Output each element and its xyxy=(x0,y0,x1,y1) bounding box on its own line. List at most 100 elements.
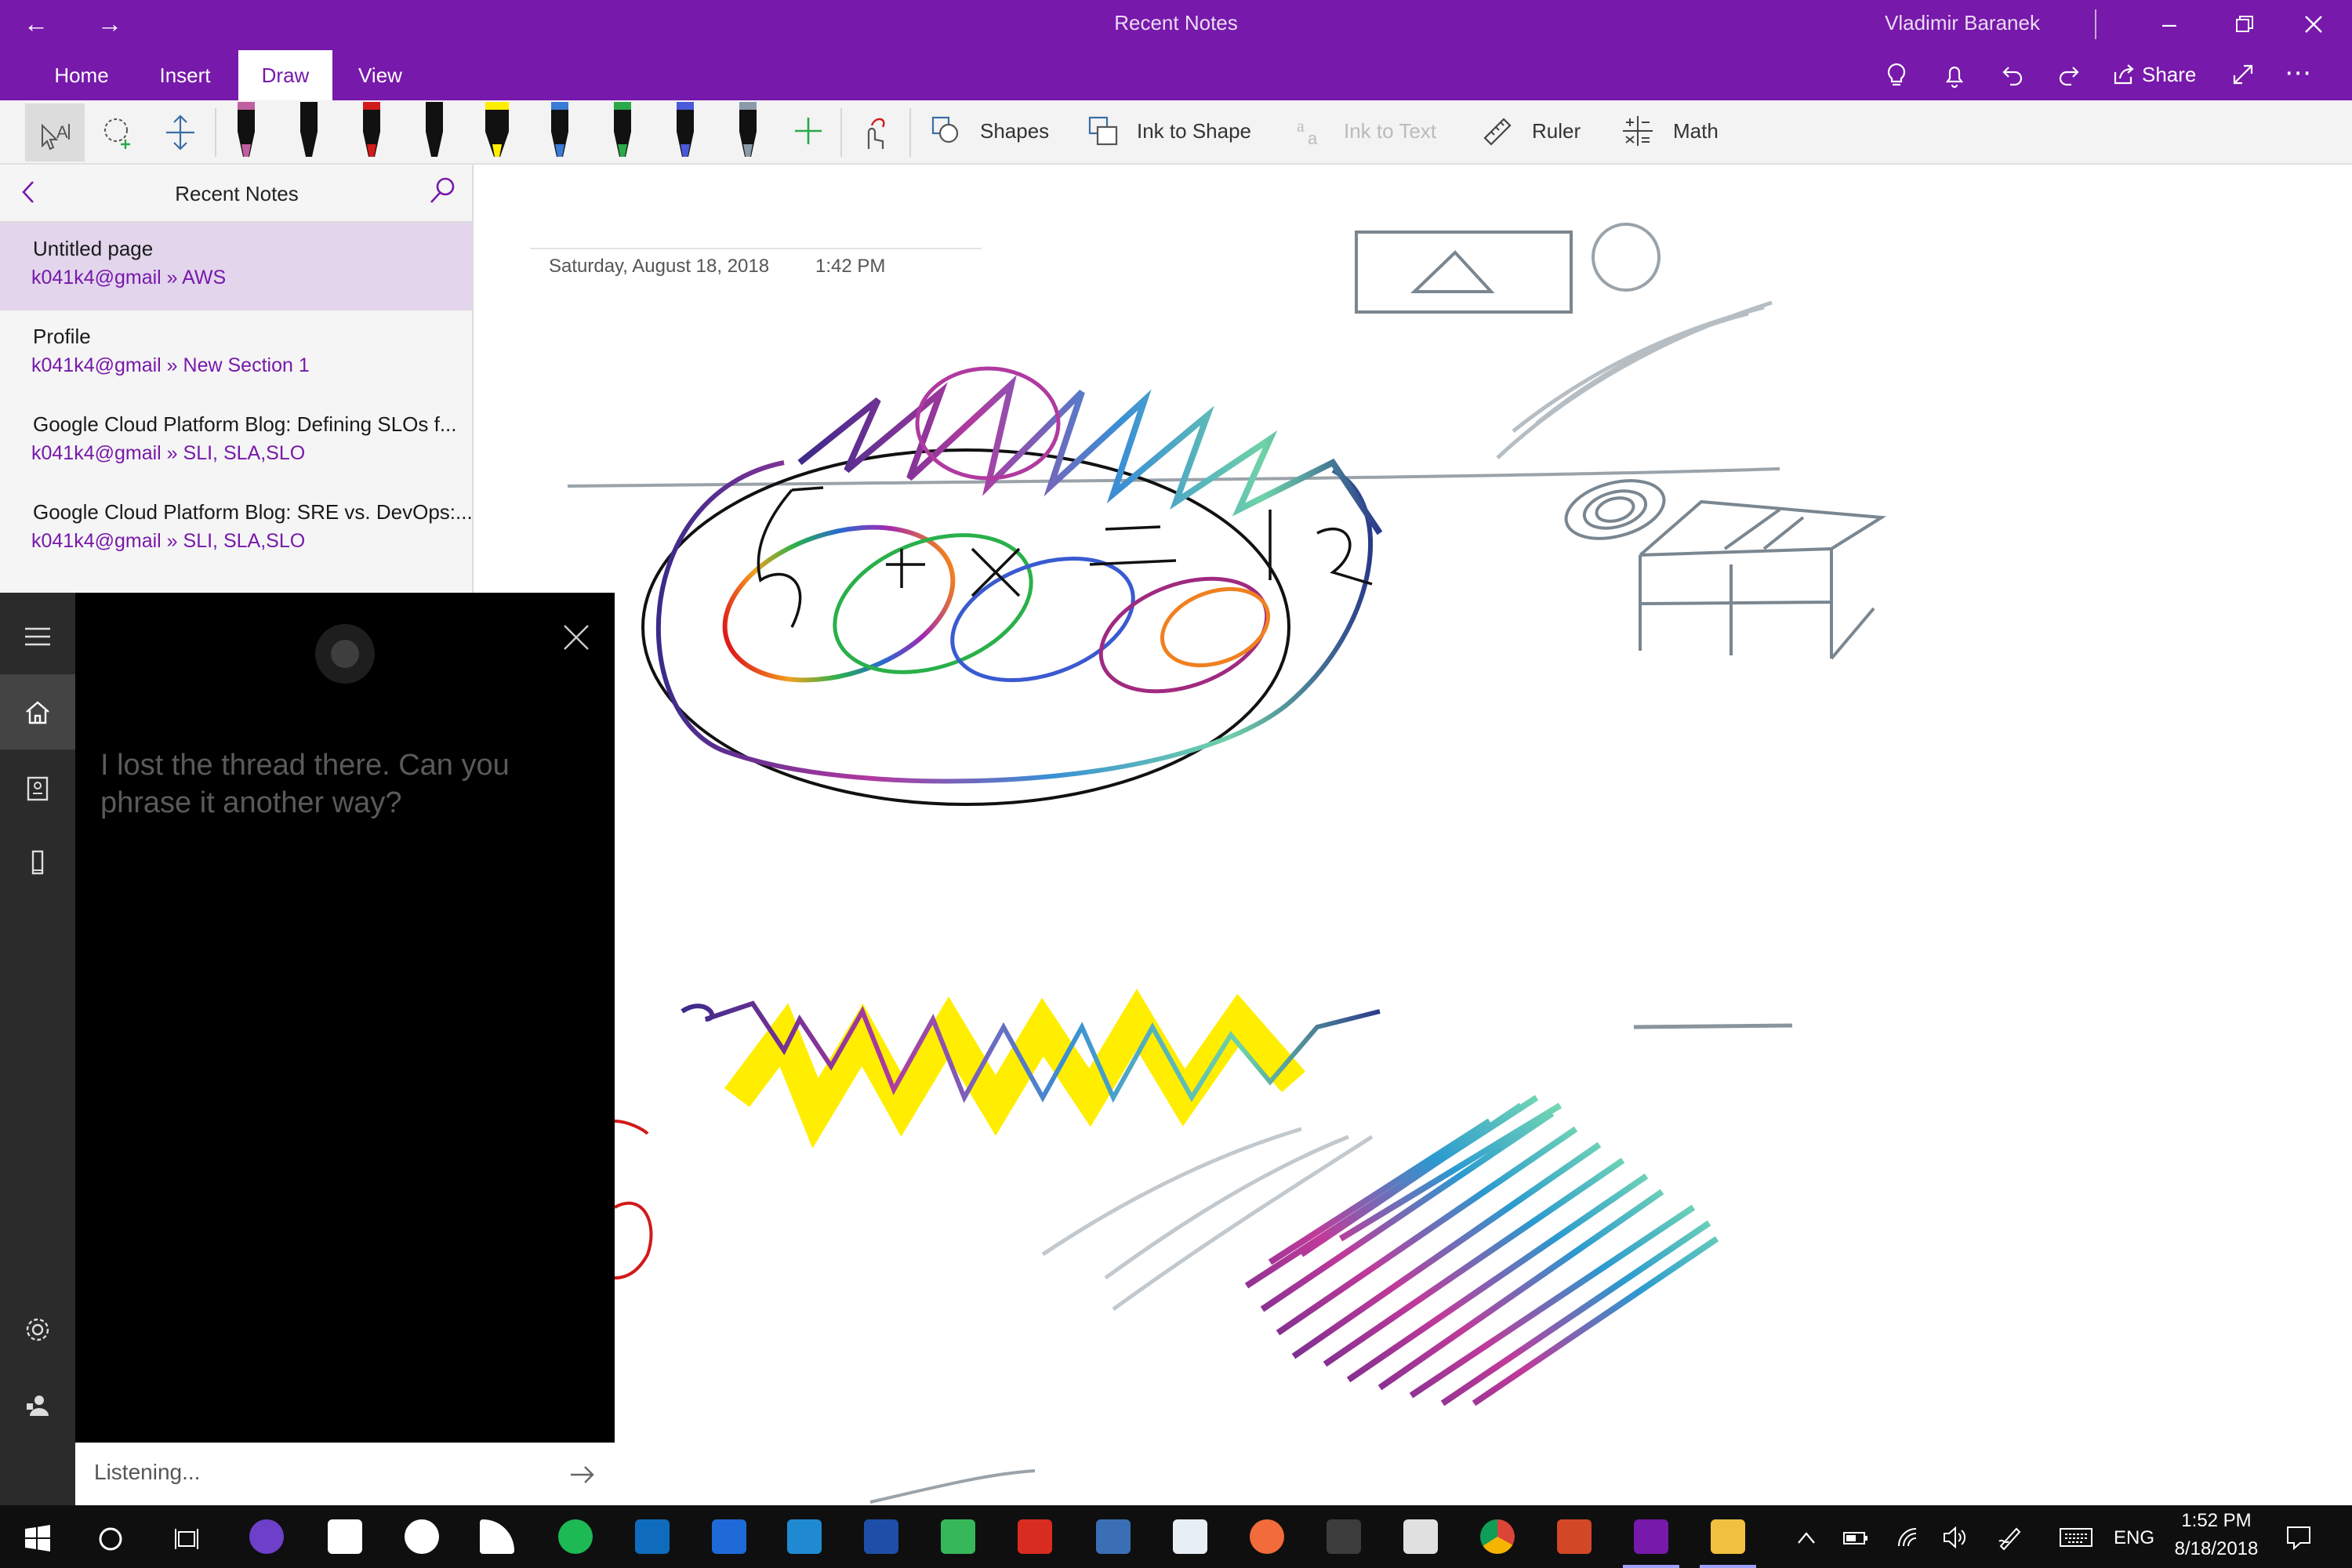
send-arrow-icon[interactable] xyxy=(568,1461,596,1488)
device-manager-icon[interactable] xyxy=(1403,1519,1438,1554)
active-app-indicator xyxy=(1623,1565,1679,1568)
ink-ellipse xyxy=(1564,479,1666,540)
touch-drawing-icon[interactable] xyxy=(856,113,892,152)
pen-red[interactable] xyxy=(363,102,380,157)
cortana-search-icon[interactable] xyxy=(97,1526,124,1552)
tab-insert[interactable]: Insert xyxy=(143,50,227,100)
remote-desktop-icon[interactable] xyxy=(941,1519,975,1554)
redis-icon[interactable] xyxy=(1018,1519,1052,1554)
note-item[interactable]: Google Cloud Platform Blog: Defining SLO… xyxy=(0,398,472,486)
snipping-tool-icon[interactable] xyxy=(1327,1519,1361,1554)
redo-icon[interactable] xyxy=(2057,63,2081,91)
volume-icon[interactable] xyxy=(1941,1526,1969,1549)
pen-black-1[interactable] xyxy=(300,102,318,157)
calculator-app-icon[interactable] xyxy=(712,1519,746,1554)
tab-draw[interactable]: Draw xyxy=(238,50,332,100)
ink-to-shape-icon[interactable] xyxy=(1087,114,1120,147)
hamburger-menu-icon[interactable] xyxy=(0,599,75,674)
ruler-button[interactable]: Ruler xyxy=(1532,119,1581,143)
feedback-icon[interactable] xyxy=(0,1367,75,1443)
ink-to-text-icon: aa xyxy=(1294,114,1327,148)
note-path: k041k4@gmail » New Section 1 xyxy=(31,354,310,376)
cortana-ring-icon xyxy=(314,622,376,685)
settings-icon[interactable] xyxy=(0,1292,75,1367)
toolbar-separator xyxy=(909,108,911,157)
more-options-icon[interactable]: ⋯ xyxy=(2285,60,2313,86)
pen-galaxy[interactable] xyxy=(551,102,568,157)
powershell-icon[interactable] xyxy=(864,1519,898,1554)
notebook-icon[interactable] xyxy=(0,750,75,825)
svg-text:A: A xyxy=(56,122,68,142)
github-desktop-icon[interactable] xyxy=(249,1519,284,1554)
lasso-type-select-icon[interactable]: A xyxy=(25,103,85,162)
spotify-icon[interactable] xyxy=(558,1519,593,1554)
ink-canvas[interactable] xyxy=(474,165,2352,1505)
touch-keyboard-icon[interactable] xyxy=(2059,1526,2093,1549)
pen-pink[interactable] xyxy=(238,102,255,157)
pen-rainbow[interactable] xyxy=(614,102,631,157)
toolbar-separator xyxy=(840,108,842,157)
fullscreen-icon[interactable] xyxy=(2231,63,2255,91)
listening-status: Listening... xyxy=(94,1460,201,1484)
minimize-icon[interactable]: – xyxy=(2162,11,2176,36)
clock-date[interactable]: 8/18/2018 xyxy=(2161,1538,2272,1560)
lightbulb-icon[interactable] xyxy=(1885,63,1908,93)
title-bar: ← → Recent Notes Vladimir Baranek – xyxy=(0,0,2352,50)
note-path: k041k4@gmail » SLI, SLA,SLO xyxy=(31,530,306,552)
file-explorer-icon[interactable] xyxy=(1711,1519,1745,1554)
network-tool-icon[interactable] xyxy=(1096,1519,1131,1554)
math-button[interactable]: Math xyxy=(1673,119,1719,143)
close-window-icon[interactable] xyxy=(2305,16,2322,33)
tab-home[interactable]: Home xyxy=(39,50,124,100)
insert-space-icon[interactable] xyxy=(163,113,198,152)
close-icon[interactable] xyxy=(561,622,591,652)
store-icon[interactable] xyxy=(328,1519,362,1554)
input-language[interactable]: ENG xyxy=(2109,1527,2159,1549)
undo-icon[interactable] xyxy=(2001,63,2024,91)
ink-ellipse xyxy=(833,533,1033,674)
math-icon[interactable] xyxy=(1621,114,1654,147)
tab-view[interactable]: View xyxy=(345,50,416,100)
pen-black-2[interactable] xyxy=(426,102,443,157)
restore-icon[interactable] xyxy=(2236,16,2253,33)
task-view-icon[interactable] xyxy=(172,1526,201,1552)
note-path: k041k4@gmail » SLI, SLA,SLO xyxy=(31,442,306,464)
lasso-select-icon[interactable] xyxy=(99,113,138,152)
add-pen-icon[interactable] xyxy=(792,114,825,147)
chevron-up-icon[interactable] xyxy=(1795,1529,1817,1548)
windows-start-icon[interactable] xyxy=(24,1524,52,1552)
virtualbox-icon[interactable] xyxy=(1173,1519,1207,1554)
battery-icon[interactable] xyxy=(1842,1529,1869,1548)
webcam-app-icon[interactable] xyxy=(405,1519,439,1554)
note-item[interactable]: Google Cloud Platform Blog: SRE vs. DevO… xyxy=(0,486,473,574)
clock-time[interactable]: 1:52 PM xyxy=(2161,1510,2272,1532)
note-item[interactable]: Profile k041k4@gmail » New Section 1 xyxy=(0,310,472,398)
share-button[interactable]: Share xyxy=(2142,63,2196,87)
ruler-icon[interactable] xyxy=(1480,114,1513,147)
highlighter-yellow[interactable] xyxy=(485,102,509,157)
outlook-icon[interactable] xyxy=(635,1519,670,1554)
powerpoint-icon[interactable] xyxy=(1557,1519,1592,1554)
user-name[interactable]: Vladimir Baranek xyxy=(1885,11,2040,35)
vscode-icon[interactable] xyxy=(787,1519,822,1554)
action-center-icon[interactable] xyxy=(2285,1524,2313,1551)
onenote-icon[interactable] xyxy=(1634,1519,1668,1554)
shapes-icon[interactable] xyxy=(930,114,961,146)
home-icon[interactable] xyxy=(0,674,75,750)
cortana-panel xyxy=(75,593,615,1505)
pen-silver[interactable] xyxy=(739,102,757,157)
device-icon[interactable] xyxy=(0,825,75,900)
wifi-icon[interactable] xyxy=(1896,1526,1922,1549)
postman-icon[interactable] xyxy=(1250,1519,1284,1554)
pen-cosmos[interactable] xyxy=(677,102,694,157)
share-icon[interactable] xyxy=(2112,63,2136,91)
bell-icon[interactable] xyxy=(1943,63,1966,93)
title-separator xyxy=(2095,9,2096,39)
ink-to-shape-button[interactable]: Ink to Shape xyxy=(1137,119,1251,143)
chrome-icon[interactable] xyxy=(1480,1519,1515,1554)
shapes-button[interactable]: Shapes xyxy=(980,119,1049,143)
search-icon[interactable] xyxy=(428,176,456,207)
toolbar-separator xyxy=(215,108,216,157)
note-item[interactable]: Untitled page k041k4@gmail » AWS xyxy=(0,223,472,310)
pen-workspace-icon[interactable] xyxy=(1996,1524,2023,1551)
